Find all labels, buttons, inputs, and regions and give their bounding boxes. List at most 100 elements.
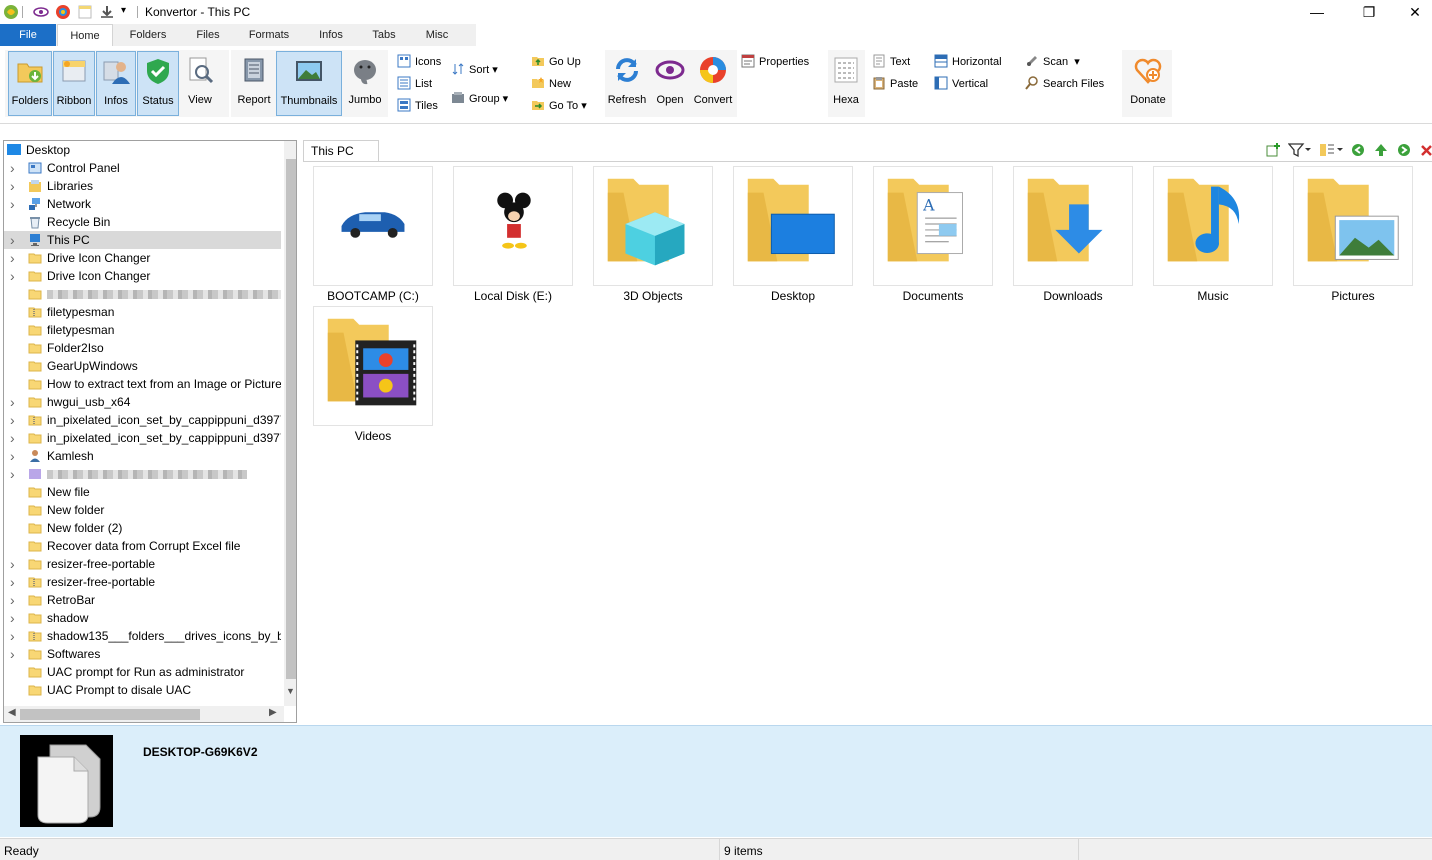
convert-quick-icon[interactable] — [55, 4, 71, 20]
tab-tabs[interactable]: Tabs — [362, 24, 406, 46]
vertical-split-button[interactable]: Vertical — [934, 75, 988, 93]
scroll-down-icon[interactable]: ▼ — [286, 686, 295, 696]
columns-icon[interactable] — [1318, 142, 1344, 158]
download-icon[interactable] — [99, 4, 115, 20]
expand-chevron-icon[interactable]: › — [10, 573, 20, 591]
tree-item-drive-icon-changer[interactable]: › Drive Icon Changer — [4, 249, 281, 267]
expand-chevron-icon[interactable]: › — [10, 429, 20, 447]
donate-button[interactable]: Donate — [1124, 51, 1172, 116]
expand-chevron-icon[interactable]: › — [10, 249, 20, 267]
group-dropdown[interactable]: Group ▾ — [451, 90, 508, 108]
expand-chevron-icon[interactable]: › — [10, 447, 20, 465]
tile-local-disk-e[interactable] — [453, 166, 573, 286]
expand-chevron-icon[interactable]: › — [10, 609, 20, 627]
forward-icon[interactable] — [1397, 143, 1411, 157]
tab-home[interactable]: Home — [57, 24, 113, 46]
quick-access-dropdown-icon[interactable]: ▾ — [121, 5, 126, 16]
tile-music[interactable] — [1153, 166, 1273, 286]
tab-folders[interactable]: Folders — [118, 24, 178, 46]
note-icon[interactable] — [77, 4, 93, 20]
eye-icon[interactable] — [33, 4, 49, 20]
tab-file[interactable]: File — [0, 24, 56, 46]
tree-item-blurred[interactable] — [4, 285, 281, 303]
refresh-button[interactable]: Refresh — [606, 51, 648, 116]
go-up-button[interactable]: Go Up — [531, 53, 581, 71]
tree-item-new-folder-2[interactable]: New folder (2) — [4, 519, 281, 537]
infos-button[interactable]: Infos — [96, 51, 136, 116]
tree-horizontal-scroll-thumb[interactable] — [20, 709, 200, 720]
tree-item-recycle-bin[interactable]: Recycle Bin — [4, 213, 281, 231]
expand-chevron-icon[interactable]: › — [10, 177, 20, 195]
tree-item-control-panel[interactable]: › Control Panel — [4, 159, 281, 177]
tree-item-resizer-free-portable[interactable]: › resizer-free-portable — [4, 555, 281, 573]
view-button[interactable]: View — [181, 51, 219, 116]
expand-chevron-icon[interactable]: › — [10, 159, 20, 177]
thumbnails-view-button[interactable]: Thumbnails — [276, 51, 342, 116]
ribbon-toggle-button[interactable]: Ribbon — [53, 51, 95, 116]
expand-chevron-icon[interactable]: › — [10, 465, 20, 483]
tree-item-new-folder[interactable]: New folder — [4, 501, 281, 519]
expand-chevron-icon[interactable]: › — [10, 627, 20, 645]
tree-item-in-pixelated-icon-set-by-cappippuni-d3977r[interactable]: › in_pixelated_icon_set_by_cappippuni_d39… — [4, 411, 281, 429]
tree-item-desktop[interactable]: Desktop — [4, 141, 281, 159]
folders-button[interactable]: Folders — [8, 51, 52, 116]
filter-icon[interactable] — [1288, 142, 1312, 158]
close-tab-icon[interactable] — [1420, 143, 1432, 157]
expand-chevron-icon[interactable]: › — [10, 393, 20, 411]
tab-infos[interactable]: Infos — [308, 24, 354, 46]
tab-files[interactable]: Files — [184, 24, 232, 46]
close-button[interactable]: ✕ — [1392, 0, 1432, 24]
paste-button[interactable]: Paste — [872, 75, 918, 93]
list-view-button[interactable]: List — [397, 75, 432, 93]
minimize-button[interactable]: — — [1294, 0, 1340, 24]
expand-chevron-icon[interactable]: › — [10, 195, 20, 213]
expand-chevron-icon[interactable]: › — [10, 411, 20, 429]
up-icon[interactable] — [1374, 143, 1388, 157]
tree-item-uac-prompt-to-disale-uac[interactable]: UAC Prompt to disale UAC — [4, 681, 281, 699]
expand-chevron-icon[interactable]: › — [10, 591, 20, 609]
tiles-view-button[interactable]: Tiles — [397, 97, 438, 115]
expand-chevron-icon[interactable]: › — [10, 645, 20, 663]
tree-item-how-to-extract-text-from-an-image-or-picture[interactable]: How to extract text from an Image or Pic… — [4, 375, 281, 393]
tree-item-network[interactable]: › Network — [4, 195, 281, 213]
horizontal-split-button[interactable]: Horizontal — [934, 53, 1002, 71]
restore-button[interactable]: ❐ — [1346, 0, 1392, 24]
open-button[interactable]: Open — [650, 51, 690, 116]
icons-view-button[interactable]: Icons — [397, 53, 441, 71]
tile-downloads[interactable] — [1013, 166, 1133, 286]
folder-tree[interactable]: Desktop › Control Panel › Libraries › Network… — [3, 140, 297, 723]
tree-item-this-pc[interactable]: › This PC — [4, 231, 281, 249]
sort-dropdown[interactable]: Sort ▾ — [451, 61, 498, 79]
add-tab-icon[interactable] — [1265, 142, 1281, 158]
content-tab-this-pc[interactable]: This PC — [303, 140, 379, 162]
tile-3d-objects[interactable] — [593, 166, 713, 286]
tree-item-shadow[interactable]: › shadow — [4, 609, 281, 627]
tree-item-in-pixelated-icon-set-by-cappippuni-d3977r[interactable]: › in_pixelated_icon_set_by_cappippuni_d39… — [4, 429, 281, 447]
expand-chevron-icon[interactable]: › — [10, 555, 20, 573]
tree-item-resizer-free-portable[interactable]: › resizer-free-portable — [4, 573, 281, 591]
tree-item-retrobar[interactable]: › RetroBar — [4, 591, 281, 609]
hexa-button[interactable]: Hexa — [828, 51, 864, 116]
tree-item-gearupwindows[interactable]: GearUpWindows — [4, 357, 281, 375]
tree-vertical-scroll-thumb[interactable] — [286, 159, 296, 679]
tree-item-shadow135-folders-drives-icons-by-blac[interactable]: › shadow135___folders___drives_icons_by_b… — [4, 627, 281, 645]
tree-item-filetypesman[interactable]: filetypesman — [4, 303, 281, 321]
tree-item-softwares[interactable]: › Softwares — [4, 645, 281, 663]
tile-videos[interactable] — [313, 306, 433, 426]
tree-item-hwgui-usb-x64[interactable]: › hwgui_usb_x64 — [4, 393, 281, 411]
back-icon[interactable] — [1351, 143, 1365, 157]
tree-item-blurred[interactable]: › — [4, 465, 281, 483]
scroll-right-icon[interactable]: ▶ — [269, 707, 277, 718]
scroll-left-icon[interactable]: ◀ — [8, 707, 16, 718]
text-button[interactable]: Text — [872, 53, 910, 71]
tile-pictures[interactable] — [1293, 166, 1413, 286]
go-to-dropdown[interactable]: Go To ▾ — [531, 97, 587, 115]
tab-formats[interactable]: Formats — [240, 24, 298, 46]
tree-item-libraries[interactable]: › Libraries — [4, 177, 281, 195]
properties-button[interactable]: Properties — [741, 53, 809, 71]
tree-item-filetypesman[interactable]: filetypesman — [4, 321, 281, 339]
new-button[interactable]: New — [531, 75, 571, 93]
jumbo-view-button[interactable]: Jumbo — [345, 51, 385, 116]
expand-chevron-icon[interactable]: › — [10, 231, 20, 249]
tile-desktop[interactable] — [733, 166, 853, 286]
